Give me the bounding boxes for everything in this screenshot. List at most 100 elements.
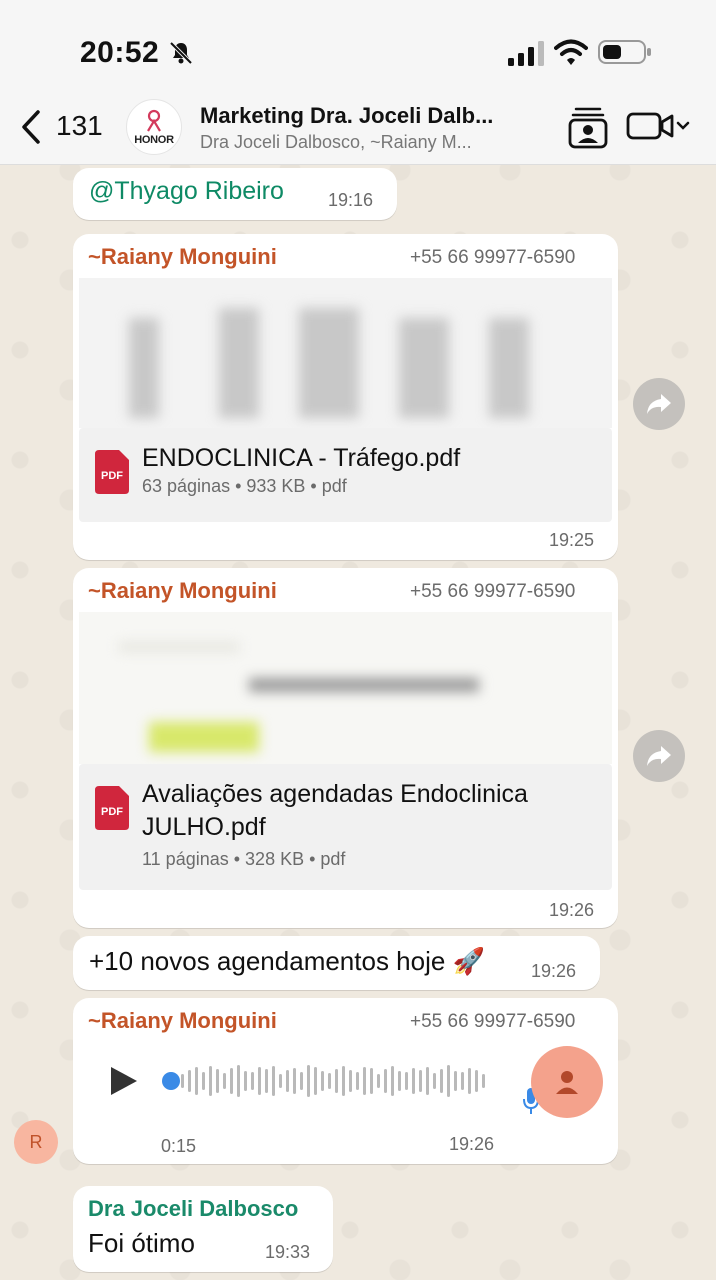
person-icon [556, 1071, 578, 1094]
sender-phone: +55 66 99977-6590 [410, 1011, 576, 1032]
sender-avatar-initial: R [29, 1131, 43, 1152]
battery-icon [598, 40, 651, 64]
waveform-bar [209, 1066, 212, 1096]
waveform-bar [244, 1071, 247, 1091]
forward-button[interactable] [633, 378, 685, 430]
chat-participants[interactable]: Dra Joceli Dalbosco, ~Raiany M... [200, 132, 472, 153]
waveform-bar [363, 1067, 366, 1095]
sender-phone: +55 66 99977-6590 [410, 247, 576, 268]
preview-blur [149, 722, 259, 752]
sender-name[interactable]: ~Raiany Monguini [88, 244, 277, 270]
waveform-bar [188, 1070, 191, 1092]
waveform-bar [384, 1069, 387, 1093]
waveform-bar [237, 1065, 240, 1097]
waveform-bar [272, 1066, 275, 1096]
waveform-bar [251, 1072, 254, 1090]
message-time: 19:25 [549, 530, 595, 550]
waveform-bar [286, 1070, 289, 1092]
voice-message[interactable]: ~Raiany Monguini +55 66 99977-6590 0:15 … [73, 998, 618, 1164]
preview-blur [249, 678, 479, 692]
preview-blur [489, 318, 529, 418]
message-time: 19:16 [328, 190, 374, 210]
preview-blur [119, 642, 239, 652]
waveform-bar [391, 1066, 394, 1096]
waveform-bar [321, 1071, 324, 1091]
message-bubble[interactable]: Dra Joceli Dalbosco Foi ótimo 19:33 [73, 1186, 333, 1272]
waveform-bar [223, 1073, 226, 1089]
document-preview[interactable] [79, 612, 612, 764]
message-time: 19:26 [549, 900, 595, 920]
wifi-icon [554, 39, 588, 65]
waveform-bar [412, 1068, 415, 1094]
sender-avatar[interactable]: R [14, 1120, 58, 1164]
waveform-bar [202, 1072, 205, 1090]
waveform-bar [349, 1070, 352, 1092]
pdf-badge: PDF [101, 470, 123, 482]
document-card[interactable]: PDF ENDOCLINICA - Tráfego.pdf 63 páginas… [79, 428, 612, 522]
waveform-bar [398, 1071, 401, 1091]
message-time: 19:26 [449, 1134, 495, 1154]
waveform-bar [468, 1068, 471, 1094]
waveform-bar [419, 1070, 422, 1092]
play-icon[interactable] [109, 1065, 139, 1097]
contacts-icon[interactable] [568, 105, 608, 149]
sender-name[interactable]: Dra Joceli Dalbosco [88, 1196, 298, 1222]
message-bubble[interactable]: @Thyago Ribeiro 19:16 [73, 168, 397, 220]
unread-count[interactable]: 131 [56, 110, 103, 142]
avatar-label: HONOR [134, 133, 174, 146]
waveform-bar [426, 1067, 429, 1095]
waveform-bar [370, 1068, 373, 1094]
waveform-bar [433, 1073, 436, 1089]
waveform-bar [335, 1069, 338, 1093]
preview-blur [399, 318, 449, 418]
status-bar: 20:52 [0, 0, 716, 95]
waveform-bar [461, 1072, 464, 1090]
waveform-bar [293, 1068, 296, 1094]
document-name: ENDOCLINICA - Tráfego.pdf [142, 444, 461, 472]
waveform-bar [454, 1071, 457, 1091]
document-message[interactable]: ~Raiany Monguini +55 66 99977-6590 PDF E… [73, 234, 618, 560]
clock: 20:52 [80, 36, 160, 69]
waveform-bar [258, 1067, 261, 1095]
waveform-bar [482, 1074, 485, 1088]
group-avatar[interactable]: HONOR [126, 99, 182, 155]
sender-name[interactable]: ~Raiany Monguini [88, 1008, 277, 1034]
waveform-bar [230, 1068, 233, 1094]
video-call-icon[interactable] [626, 111, 692, 141]
waveform-bar [216, 1069, 219, 1093]
waveform-bar [307, 1065, 310, 1097]
sender-name[interactable]: ~Raiany Monguini [88, 578, 277, 604]
waveform-bar [447, 1065, 450, 1097]
back-chevron-icon[interactable] [18, 108, 44, 146]
message-time: 19:26 [531, 961, 577, 981]
voice-sender-avatar[interactable] [531, 1046, 603, 1118]
waveform-bar [181, 1074, 184, 1088]
message-bubble[interactable]: +10 novos agendamentos hoje 🚀 19:26 [73, 936, 600, 990]
chat-title[interactable]: Marketing Dra. Joceli Dalb... [200, 103, 493, 129]
message-text: +10 novos agendamentos hoje 🚀 [89, 946, 485, 976]
waveform[interactable] [177, 1063, 497, 1099]
forward-button[interactable] [633, 730, 685, 782]
honor-logo-icon [147, 109, 161, 132]
waveform-bar [328, 1073, 331, 1089]
waveform-bar [377, 1074, 380, 1088]
waveform-bar [342, 1066, 345, 1096]
document-card[interactable]: PDF Avaliações agendadas Endoclinica JUL… [79, 764, 612, 890]
preview-blur [219, 308, 259, 418]
document-meta: 63 páginas • 933 KB • pdf [142, 476, 347, 496]
forward-icon [647, 746, 671, 766]
waveform-bar [265, 1069, 268, 1093]
pdf-icon: PDF [95, 450, 129, 494]
waveform-bar [405, 1072, 408, 1090]
mention-text[interactable]: @Thyago Ribeiro [89, 177, 284, 206]
document-meta: 11 páginas • 328 KB • pdf [142, 849, 346, 869]
waveform-bar [195, 1067, 198, 1095]
preview-blur [129, 318, 159, 418]
document-message[interactable]: ~Raiany Monguini +55 66 99977-6590 PDF A… [73, 568, 618, 928]
message-time: 19:33 [265, 1242, 311, 1262]
sender-phone: +55 66 99977-6590 [410, 581, 576, 602]
waveform-bar [279, 1074, 282, 1088]
waveform-bar [356, 1072, 359, 1090]
document-preview[interactable] [79, 278, 612, 428]
message-text: Foi ótimo [88, 1228, 195, 1258]
